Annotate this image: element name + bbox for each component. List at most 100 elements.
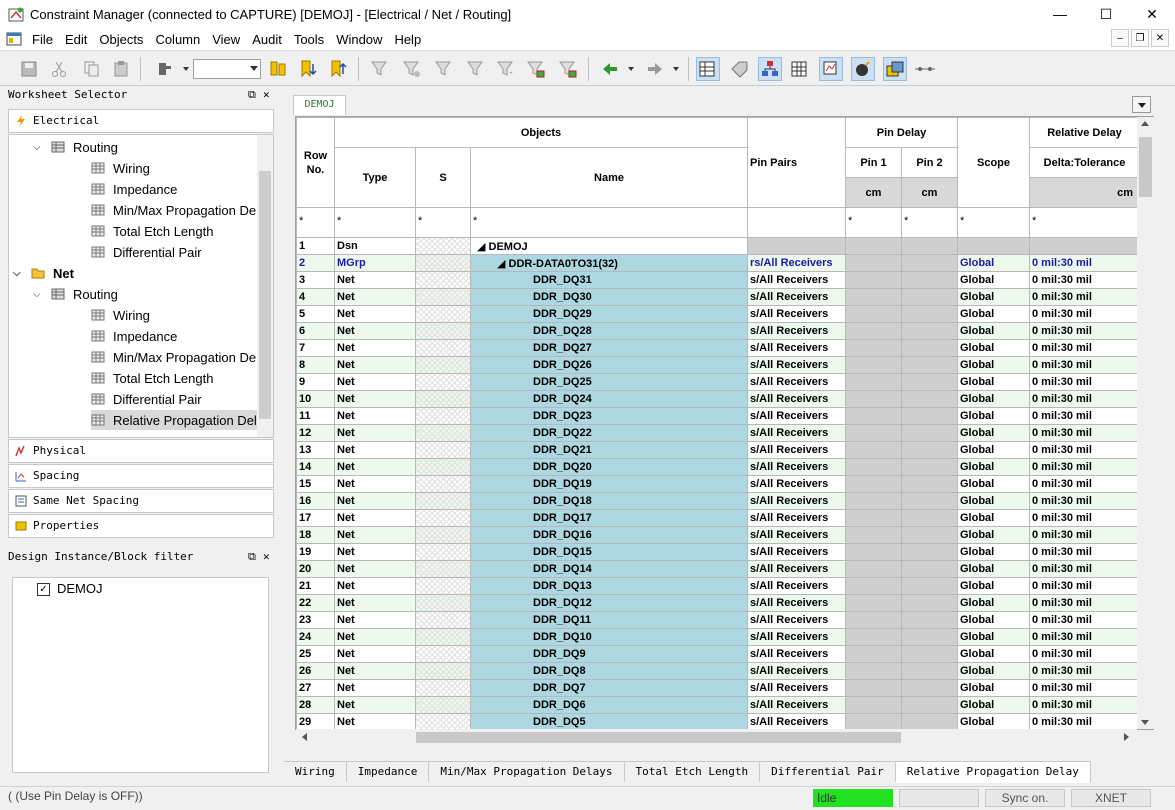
table-row[interactable]: 9 Net DDR_DQ25 s/All Receivers Global 0 mil:3…: [296, 373, 1140, 391]
s-cell[interactable]: [415, 237, 471, 255]
name-cell[interactable]: DDR_DQ10: [470, 628, 748, 646]
pin1-cell[interactable]: [845, 407, 902, 425]
relative-delay-cell[interactable]: 0 mil:30 mil: [1029, 713, 1140, 729]
relative-delay-cell[interactable]: 0 mil:30 mil: [1029, 577, 1140, 595]
relative-delay-cell[interactable]: 0 mil:30 mil: [1029, 254, 1140, 272]
menu-help[interactable]: Help: [390, 32, 429, 47]
type-cell[interactable]: Net: [334, 271, 416, 289]
table-row[interactable]: 1 Dsn ◢ DEMOJ: [296, 237, 1140, 255]
s-cell[interactable]: [415, 373, 471, 391]
pin-pairs-cell[interactable]: s/All Receivers: [747, 407, 846, 425]
pin1-cell[interactable]: [845, 305, 902, 323]
pin-pairs-cell[interactable]: s/All Receivers: [747, 662, 846, 680]
name-cell[interactable]: DDR_DQ30: [470, 288, 748, 306]
pin-pairs-cell[interactable]: s/All Receivers: [747, 288, 846, 306]
pin2-cell[interactable]: [901, 526, 958, 544]
bookmark-up-icon[interactable]: [326, 57, 350, 81]
pin1-cell[interactable]: [845, 509, 902, 527]
tab-relative-propagation-delay[interactable]: Relative Propagation Delay: [895, 761, 1091, 783]
scope-cell[interactable]: Global: [957, 577, 1030, 595]
name-cell[interactable]: DDR_DQ9: [470, 645, 748, 663]
filter-grid-alt-icon[interactable]: [556, 57, 580, 81]
type-cell[interactable]: Net: [334, 696, 416, 714]
name-cell[interactable]: DDR_DQ29: [470, 305, 748, 323]
filter-clear-icon[interactable]: [400, 57, 424, 81]
row-number-cell[interactable]: 18: [296, 526, 335, 544]
table-row[interactable]: 7 Net DDR_DQ27 s/All Receivers Global 0 mil:3…: [296, 339, 1140, 357]
row-number-cell[interactable]: 23: [296, 611, 335, 629]
relative-delay-filter[interactable]: *: [1029, 207, 1140, 238]
pin2-cell[interactable]: [901, 407, 958, 425]
scroll-right-icon[interactable]: [1124, 733, 1129, 741]
type-cell[interactable]: Net: [334, 662, 416, 680]
tab-differential-pair[interactable]: Differential Pair: [760, 761, 896, 782]
table-row[interactable]: 28 Net DDR_DQ6 s/All Receivers Global 0 mil:3…: [296, 696, 1140, 714]
s-cell[interactable]: [415, 322, 471, 340]
pin1-cell[interactable]: [845, 475, 902, 493]
name-filter[interactable]: *: [470, 207, 748, 238]
type-cell[interactable]: Net: [334, 611, 416, 629]
name-cell[interactable]: DDR_DQ28: [470, 322, 748, 340]
pin-pairs-cell[interactable]: s/All Receivers: [747, 713, 846, 729]
pin2-cell[interactable]: [901, 373, 958, 391]
type-cell[interactable]: Net: [334, 373, 416, 391]
tree-item[interactable]: Total Etch Length: [91, 368, 213, 388]
relative-delay-cell[interactable]: 0 mil:30 mil: [1029, 475, 1140, 493]
s-cell[interactable]: [415, 475, 471, 493]
table-row[interactable]: 5 Net DDR_DQ29 s/All Receivers Global 0 mil:3…: [296, 305, 1140, 323]
scroll-down-icon[interactable]: [1141, 720, 1149, 725]
scope-cell[interactable]: Global: [957, 288, 1030, 306]
pin1-cell[interactable]: [845, 390, 902, 408]
row-number-cell[interactable]: 20: [296, 560, 335, 578]
scope-cell[interactable]: Global: [957, 390, 1030, 408]
name-cell[interactable]: DDR_DQ15: [470, 543, 748, 561]
row-number-cell[interactable]: 7: [296, 339, 335, 357]
menu-window[interactable]: Window: [332, 32, 390, 47]
pin-pairs-cell[interactable]: s/All Receivers: [747, 441, 846, 459]
menu-audit[interactable]: Audit: [248, 32, 290, 47]
relative-delay-cell[interactable]: 0 mil:30 mil: [1029, 271, 1140, 289]
scope-cell[interactable]: Global: [957, 254, 1030, 272]
demoj-checkbox[interactable]: ✓: [37, 583, 50, 596]
tree-item[interactable]: Differential Pair: [91, 242, 202, 262]
tab-min-max-propagation-delays[interactable]: Min/Max Propagation Delays: [429, 761, 625, 782]
tree-item[interactable]: Wiring: [91, 305, 150, 325]
type-cell[interactable]: Net: [334, 458, 416, 476]
type-cell[interactable]: Net: [334, 628, 416, 646]
table-row[interactable]: 2 MGrp ◢ DDR-DATA0TO31(32) rs/All Receivers…: [296, 254, 1140, 272]
s-cell[interactable]: [415, 390, 471, 408]
s-cell[interactable]: [415, 577, 471, 595]
relative-delay-cell[interactable]: 0 mil:30 mil: [1029, 594, 1140, 612]
pin-pairs-cell[interactable]: s/All Receivers: [747, 373, 846, 391]
pin2-cell[interactable]: [901, 492, 958, 510]
menu-column[interactable]: Column: [151, 32, 208, 47]
physical-section-tab[interactable]: Physical: [8, 439, 274, 463]
relative-delay-cell[interactable]: 0 mil:30 mil: [1029, 628, 1140, 646]
name-cell[interactable]: DDR_DQ21: [470, 441, 748, 459]
pin-pairs-cell[interactable]: s/All Receivers: [747, 492, 846, 510]
table-row[interactable]: 14 Net DDR_DQ20 s/All Receivers Global 0 mil:…: [296, 458, 1140, 476]
pin-pairs-filter[interactable]: [747, 207, 846, 238]
relative-delay-cell[interactable]: 0 mil:30 mil: [1029, 424, 1140, 442]
row-number-cell[interactable]: 27: [296, 679, 335, 697]
type-cell[interactable]: Net: [334, 475, 416, 493]
scope-cell[interactable]: Global: [957, 492, 1030, 510]
name-cell[interactable]: DDR_DQ24: [470, 390, 748, 408]
pin1-cell[interactable]: [845, 441, 902, 459]
pin1-cell[interactable]: [845, 662, 902, 680]
row-number-cell[interactable]: 1: [296, 237, 335, 255]
electrical-section-tab[interactable]: Electrical: [8, 109, 274, 133]
pin1-cell[interactable]: [845, 526, 902, 544]
scope-cell[interactable]: Global: [957, 356, 1030, 374]
pin-pairs-cell[interactable]: s/All Receivers: [747, 356, 846, 374]
grid-horizontal-scrollbar[interactable]: [296, 729, 1137, 746]
relative-delay-cell[interactable]: 0 mil:30 mil: [1029, 390, 1140, 408]
tree-item[interactable]: ⌵ Routing: [33, 284, 118, 304]
s-cell[interactable]: [415, 271, 471, 289]
relative-delay-cell[interactable]: 0 mil:30 mil: [1029, 696, 1140, 714]
scope-cell[interactable]: Global: [957, 339, 1030, 357]
pin2-cell[interactable]: [901, 594, 958, 612]
tag-icon[interactable]: [728, 57, 752, 81]
pin1-cell[interactable]: [845, 713, 902, 729]
row-number-header[interactable]: Row No.: [296, 117, 335, 208]
